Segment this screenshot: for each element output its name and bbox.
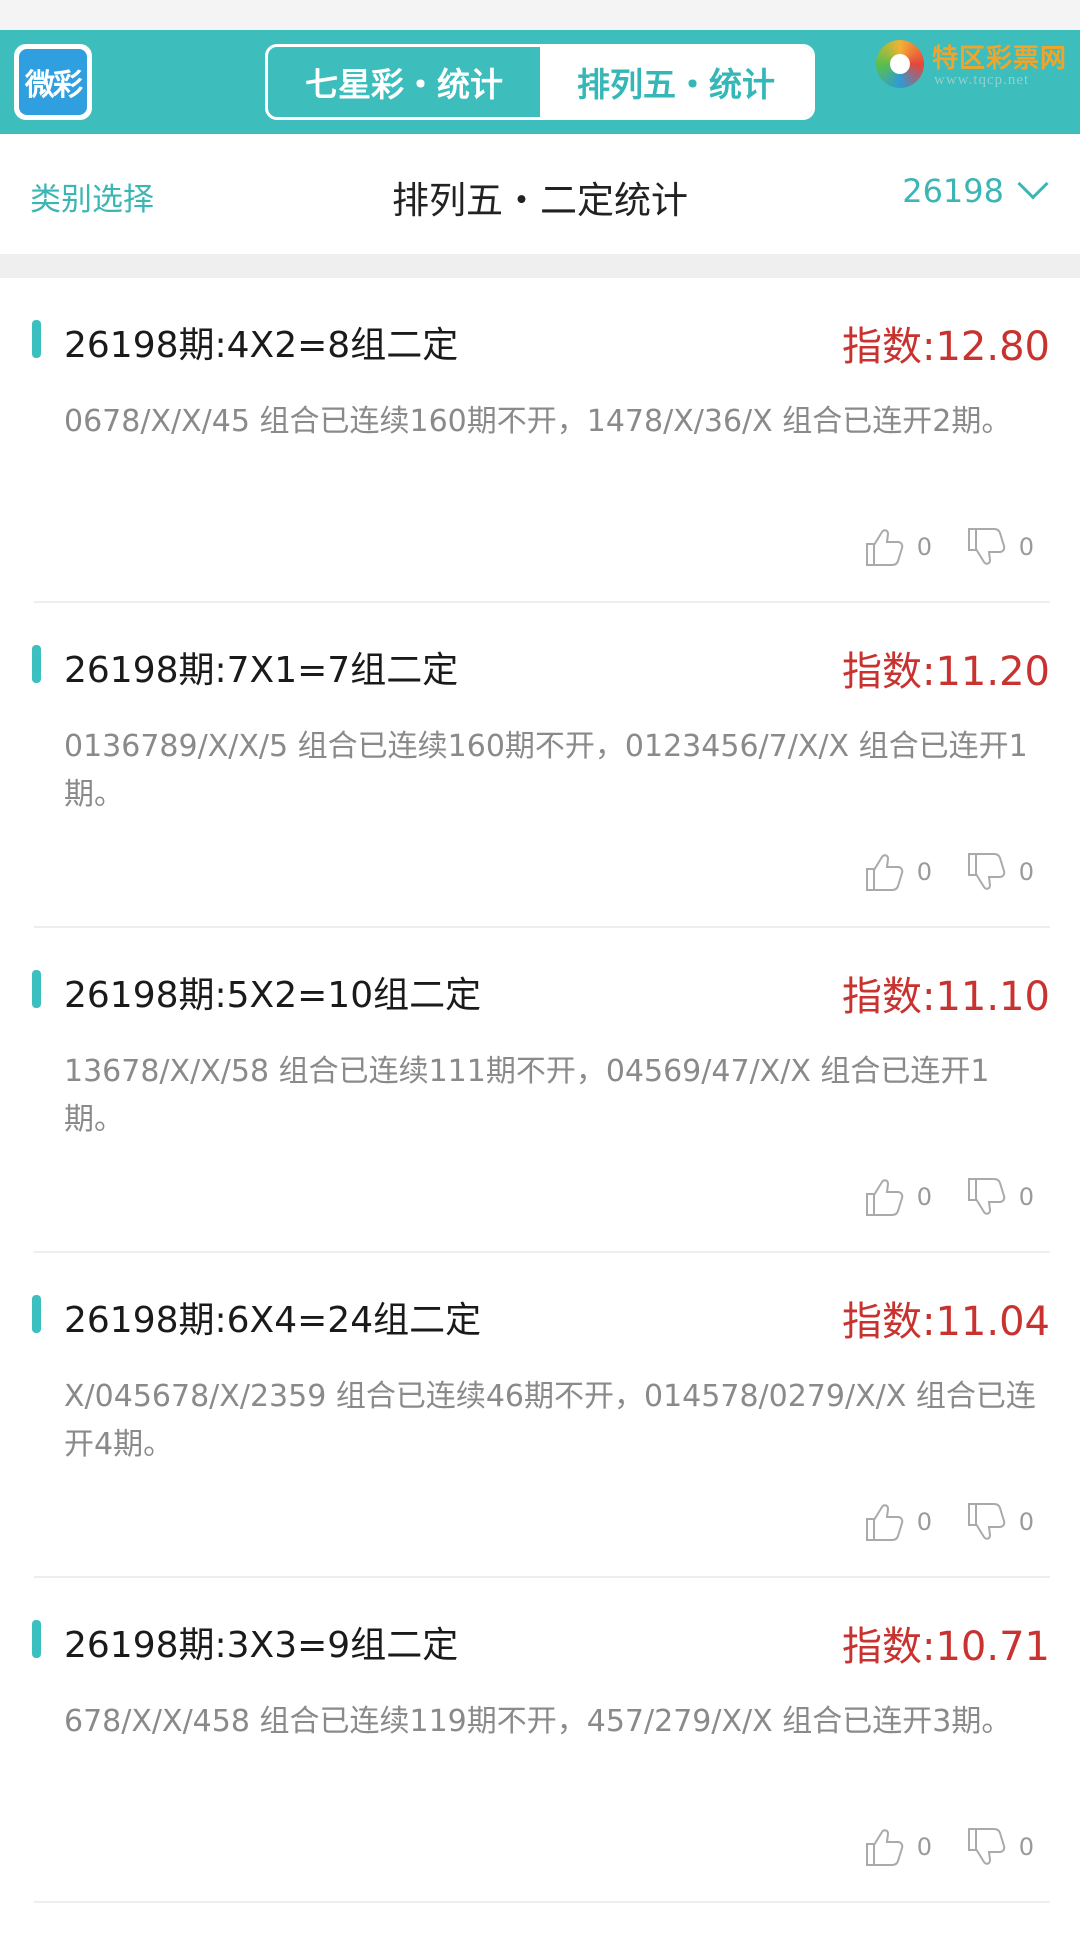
card-accent-bar [32,645,41,683]
card-index: 指数:11.10 [842,974,1050,1020]
dislike-count: 0 [1018,533,1034,561]
like-button[interactable]: 0 [861,849,932,895]
stat-card: 26198期:4X2=8组二定 指数:12.80 0678/X/X/45 组合已… [0,278,1080,603]
like-count: 0 [916,858,932,886]
card-index: 指数:10.71 [842,1624,1050,1670]
card-accent-bar [32,1620,41,1658]
period-dropdown[interactable]: 26198 [902,168,1050,210]
dislike-count: 0 [1018,1833,1034,1861]
stats-list: 26198期:4X2=8组二定 指数:12.80 0678/X/X/45 组合已… [0,278,1080,1903]
card-description: X/045678/X/2359 组合已连续46期不开，014578/0279/X… [64,1379,1036,1462]
thumbs-up-icon [865,1829,903,1866]
watermark: 特区彩票网 www.tqcp.net [876,36,1072,96]
period-value: 26198 [902,172,1004,210]
thumbs-down-icon [967,853,1005,890]
like-count: 0 [916,533,932,561]
chevron-down-icon [1017,168,1049,200]
like-button[interactable]: 0 [861,524,932,570]
dislike-button[interactable]: 0 [963,849,1034,895]
watermark-url: www.tqcp.net [934,72,1030,88]
top-bar: 微彩 七星彩・统计 排列五・统计 特区彩票网 www.tqcp.net [0,30,1080,134]
thumbs-up-icon [865,854,903,891]
thumbs-up-icon [865,1179,903,1216]
dislike-button[interactable]: 0 [963,1499,1034,1545]
like-button[interactable]: 0 [861,1174,932,1220]
card-title: 26198期:4X2=8组二定 [64,325,459,366]
lottery-tab-switch: 七星彩・统计 排列五・统计 [265,44,815,120]
dislike-count: 0 [1018,1183,1034,1211]
thumbs-down-icon [967,1178,1005,1215]
stat-card: 26198期:3X3=9组二定 指数:10.71 678/X/X/458 组合已… [0,1578,1080,1903]
app-logo-text: 微彩 [19,49,87,115]
card-accent-bar [32,970,41,1008]
like-button[interactable]: 0 [861,1499,932,1545]
tab-qixingcai-stats[interactable]: 七星彩・统计 [268,47,540,117]
card-description: 0136789/X/X/5 组合已连续160期不开，0123456/7/X/X … [64,729,1028,812]
app-logo[interactable]: 微彩 [14,44,92,120]
watermark-title: 特区彩票网 [932,44,1068,74]
thumbs-down-icon [967,1503,1005,1540]
like-count: 0 [916,1833,932,1861]
card-title: 26198期:3X3=9组二定 [64,1625,459,1666]
thumbs-up-icon [865,1504,903,1541]
tab-pailiewu-stats[interactable]: 排列五・统计 [540,47,812,117]
dislike-count: 0 [1018,1508,1034,1536]
card-index: 指数:11.04 [842,1299,1050,1345]
filter-bar: 类别选择 排列五・二定统计 26198 [0,134,1080,254]
thumbs-down-icon [967,1828,1005,1865]
card-title: 26198期:6X4=24组二定 [64,1300,482,1341]
card-description: 0678/X/X/45 组合已连续160期不开，1478/X/36/X 组合已连… [64,404,1012,439]
watermark-logo-icon [876,40,924,88]
like-button[interactable]: 0 [861,1824,932,1870]
stat-card: 26198期:5X2=10组二定 指数:11.10 13678/X/X/58 组… [0,928,1080,1253]
card-title: 26198期:7X1=7组二定 [64,650,459,691]
stat-card: 26198期:7X1=7组二定 指数:11.20 0136789/X/X/5 组… [0,603,1080,928]
dislike-count: 0 [1018,858,1034,886]
card-index: 指数:12.80 [842,324,1050,370]
stat-card: 26198期:6X4=24组二定 指数:11.04 X/045678/X/235… [0,1253,1080,1578]
dislike-button[interactable]: 0 [963,1824,1034,1870]
status-strip [0,0,1080,30]
dislike-button[interactable]: 0 [963,1174,1034,1220]
card-title: 26198期:5X2=10组二定 [64,975,482,1016]
dislike-button[interactable]: 0 [963,524,1034,570]
section-separator [0,254,1080,278]
card-divider [34,1901,1050,1903]
thumbs-down-icon [967,528,1005,565]
like-count: 0 [916,1183,932,1211]
card-index: 指数:11.20 [842,649,1050,695]
card-description: 13678/X/X/58 组合已连续111期不开，04569/47/X/X 组合… [64,1054,990,1137]
like-count: 0 [916,1508,932,1536]
thumbs-up-icon [865,529,903,566]
card-description: 678/X/X/458 组合已连续119期不开，457/279/X/X 组合已连… [64,1704,1012,1739]
card-accent-bar [32,1295,41,1333]
card-accent-bar [32,320,41,358]
